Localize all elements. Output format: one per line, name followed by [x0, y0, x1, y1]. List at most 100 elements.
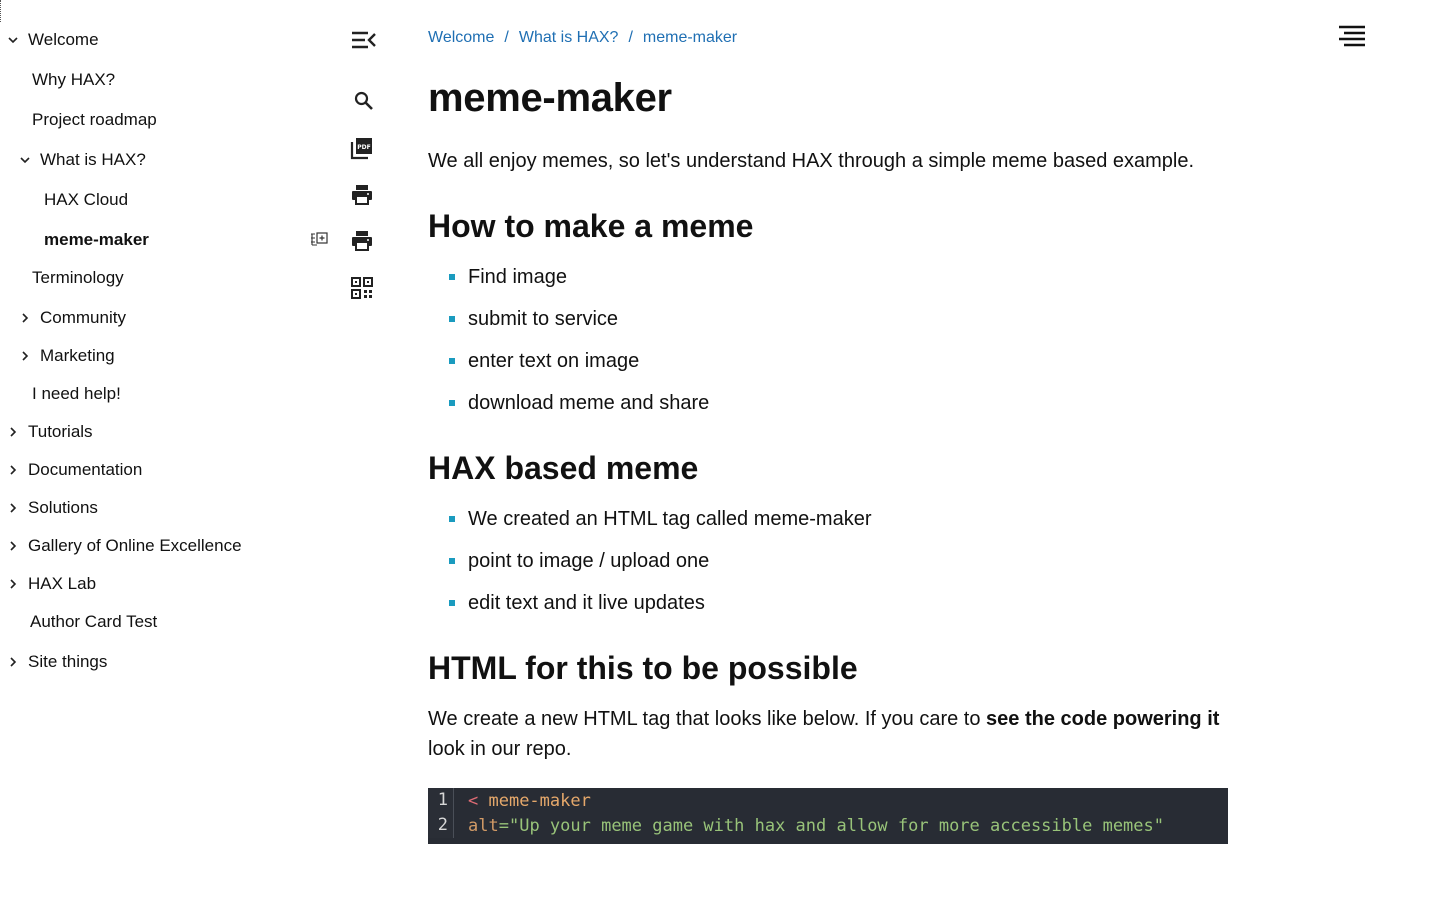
breadcrumb: Welcome / What is HAX? / meme-maker [428, 27, 737, 49]
chevron-right-icon[interactable] [8, 541, 18, 551]
list-item-text: point to image / upload one [468, 549, 710, 572]
sidebar-item-label: What is HAX? [40, 150, 146, 169]
intro-paragraph: We all enjoy memes, so let's understand … [428, 150, 1195, 172]
breadcrumb-separator: / [504, 29, 509, 46]
sidebar-item-label: Terminology [32, 268, 124, 287]
paragraph-text: look in our repo. [428, 738, 572, 760]
collapse-menu-icon[interactable] [349, 26, 377, 54]
list-item: edit text and it live updates [428, 582, 872, 624]
chevron-right-icon[interactable] [8, 579, 18, 589]
list-item-text: download meme and share [468, 391, 710, 414]
sidebar-item-label: Solutions [28, 498, 98, 517]
list-item: point to image / upload one [428, 540, 872, 582]
sidebar-item-label: Author Card Test [30, 612, 158, 631]
svg-text:PDF: PDF [357, 144, 370, 151]
sidebar-item-label: I need help! [32, 384, 121, 403]
bullet-icon [449, 316, 455, 322]
sidebar-item-label: Gallery of Online Excellence [28, 536, 242, 555]
sidebar-item-why-hax[interactable]: Why HAX? [32, 65, 115, 95]
code-line: 2 alt="Up your meme game with hax and al… [428, 813, 1228, 838]
breadcrumb-link-welcome[interactable]: Welcome [428, 29, 494, 47]
search-icon[interactable] [350, 87, 378, 115]
sidebar-item-community[interactable]: Community [20, 303, 126, 333]
list-item-text: edit text and it live updates [468, 591, 705, 614]
sidebar-item-label: Site things [28, 652, 108, 671]
sidebar-item-label: Why HAX? [32, 70, 116, 89]
site-navigation: Welcome Why HAX? Project roadmap What is… [0, 0, 340, 900]
sidebar-item-author-card-test[interactable]: Author Card Test [30, 607, 157, 637]
sidebar-item-meme-maker[interactable]: meme-maker [44, 225, 149, 255]
paragraph-text: We create a new HTML tag that looks like… [428, 708, 987, 730]
menu-lines-icon[interactable] [1336, 22, 1368, 50]
section-heading-html-possible: HTML for this to be possible [428, 650, 858, 686]
sidebar-item-label: HAX Cloud [44, 190, 129, 209]
sidebar-item-label: HAX Lab [28, 574, 97, 593]
focus-indicator [0, 0, 3, 22]
breadcrumb-separator: / [628, 29, 633, 46]
page-title: meme-maker [428, 76, 672, 120]
add-child-page-icon[interactable] [309, 229, 329, 249]
list-item-text: enter text on image [468, 349, 640, 372]
list-item-text: submit to service [468, 307, 619, 330]
print-icon[interactable] [348, 181, 376, 209]
code-text: alt="Up your meme game with hax and allo… [454, 816, 1164, 836]
list-item: Find image [428, 256, 709, 298]
code-token-name: meme-maker [488, 790, 591, 811]
sidebar-item-tutorials[interactable]: Tutorials [8, 417, 93, 447]
section-heading-how-to-make-a-meme: How to make a meme [428, 208, 754, 244]
sidebar-item-i-need-help[interactable]: I need help! [32, 379, 121, 409]
chevron-down-icon[interactable] [8, 35, 18, 45]
sidebar-item-marketing[interactable]: Marketing [20, 341, 115, 371]
print-icon[interactable] [348, 227, 376, 255]
sidebar-item-label: Community [40, 308, 126, 327]
sidebar-item-terminology[interactable]: Terminology [32, 263, 124, 293]
breadcrumb-link-what-is-hax[interactable]: What is HAX? [519, 29, 619, 47]
sidebar-item-hax-cloud[interactable]: HAX Cloud [44, 185, 128, 215]
code-token-equals: = [498, 815, 509, 836]
sidebar-item-gallery[interactable]: Gallery of Online Excellence [8, 531, 242, 561]
bullet-icon [449, 516, 455, 522]
chevron-right-icon[interactable] [8, 503, 18, 513]
bullet-icon [449, 600, 455, 606]
chevron-right-icon[interactable] [20, 313, 30, 323]
chevron-right-icon[interactable] [8, 465, 18, 475]
line-number: 1 [428, 788, 454, 813]
code-block[interactable]: 1 < meme-maker 2 alt="Up your meme game … [428, 788, 1228, 844]
bullet-icon [449, 400, 455, 406]
bold-text: see the code powering it [986, 708, 1220, 730]
sidebar-item-hax-lab[interactable]: HAX Lab [8, 569, 96, 599]
sidebar-item-label: Documentation [28, 460, 143, 479]
sidebar-item-label: Project roadmap [32, 110, 157, 129]
html-paragraph: We create a new HTML tag that looks like… [428, 704, 1228, 764]
code-token-attr: alt [468, 815, 499, 836]
bullet-icon [449, 274, 455, 280]
sidebar-item-documentation[interactable]: Documentation [8, 455, 142, 485]
list-item: submit to service [428, 298, 709, 340]
section-heading-hax-based-meme: HAX based meme [428, 450, 699, 486]
sidebar-item-project-roadmap[interactable]: Project roadmap [32, 105, 157, 135]
line-number: 2 [428, 813, 454, 838]
breadcrumb-link-meme-maker[interactable]: meme-maker [643, 29, 737, 47]
code-token-string: "Up your meme game with hax and allow fo… [508, 815, 1164, 836]
chevron-down-icon[interactable] [20, 155, 30, 165]
code-text: < meme-maker [454, 791, 591, 811]
how-to-make-list: Find image submit to service enter text … [428, 256, 709, 424]
pdf-icon[interactable]: PDF [348, 134, 376, 162]
sidebar-item-welcome[interactable]: Welcome [8, 25, 99, 55]
list-item: download meme and share [428, 382, 709, 424]
sidebar-item-site-things[interactable]: Site things [8, 647, 107, 677]
sidebar-item-solutions[interactable]: Solutions [8, 493, 98, 523]
chevron-right-icon[interactable] [8, 427, 18, 437]
code-line: 1 < meme-maker [428, 788, 1228, 813]
chevron-right-icon[interactable] [20, 351, 30, 361]
sidebar-item-what-is-hax[interactable]: What is HAX? [20, 145, 146, 175]
chevron-right-icon[interactable] [8, 657, 18, 667]
sidebar-item-label: Marketing [40, 346, 115, 365]
hax-based-meme-list: We created an HTML tag called meme-maker… [428, 498, 872, 624]
list-item: enter text on image [428, 340, 709, 382]
sidebar-item-label: Tutorials [28, 422, 93, 441]
list-item: We created an HTML tag called meme-maker [428, 498, 872, 540]
bullet-icon [449, 558, 455, 564]
sidebar-item-label: Welcome [28, 30, 99, 49]
qr-code-icon[interactable] [348, 274, 376, 302]
